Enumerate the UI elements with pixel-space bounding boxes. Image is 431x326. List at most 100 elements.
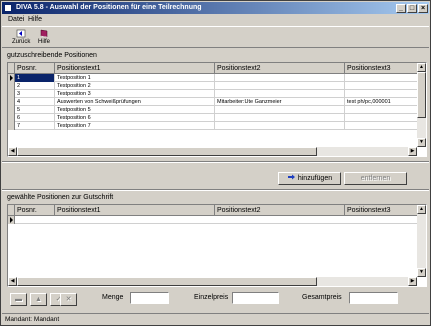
table-cell[interactable]: 5 xyxy=(15,106,55,114)
horizontal-scroll-thumb[interactable] xyxy=(17,277,317,286)
back-tool-label: Zurück xyxy=(12,39,31,45)
table-row[interactable]: 2 Testposition 2 xyxy=(8,82,419,90)
add-button-label: hinzufügen xyxy=(297,175,333,182)
row-header-corner xyxy=(8,205,15,216)
scroll-up-icon[interactable]: ▲ xyxy=(417,63,426,72)
table-row[interactable] xyxy=(8,216,419,224)
column-header-posnr[interactable]: Posnr. xyxy=(15,63,55,74)
table-cell[interactable]: Testposition 1 xyxy=(55,74,215,82)
add-button[interactable]: hinzufügen xyxy=(278,172,341,185)
table-cell[interactable] xyxy=(215,106,345,114)
table-cell[interactable] xyxy=(345,106,419,114)
toolbar: Zurück Hilfe xyxy=(2,26,429,48)
row-selector[interactable] xyxy=(8,98,15,106)
table-cell[interactable]: 1 xyxy=(15,74,55,82)
table-cell[interactable]: Auswerten von Schweißprüfungen xyxy=(55,98,215,106)
row-selector[interactable] xyxy=(8,74,15,82)
menu-bar: Datei Hilfe xyxy=(2,15,429,25)
vertical-scrollbar[interactable]: ▲ ▼ xyxy=(417,63,426,147)
back-tool-button[interactable]: Zurück xyxy=(12,29,30,45)
remove-button[interactable]: entfernen xyxy=(344,172,407,185)
gesamtpreis-field[interactable] xyxy=(349,292,398,304)
einzelpreis-label: Einzelpreis xyxy=(194,294,229,301)
table-cell[interactable] xyxy=(345,114,419,122)
up-arrow-icon: ▲ xyxy=(35,296,42,303)
table-cell[interactable] xyxy=(215,90,345,98)
scroll-up-icon[interactable]: ▲ xyxy=(417,205,426,214)
horizontal-scrollbar[interactable]: ◀ ▶ xyxy=(8,147,417,156)
table-cell[interactable]: Testposition 2 xyxy=(55,82,215,90)
column-header-positionstext2[interactable]: Positionstext2 xyxy=(215,205,345,216)
column-header-positionstext1[interactable]: Positionstext1 xyxy=(55,205,215,216)
separator xyxy=(2,161,429,163)
row-selector[interactable] xyxy=(8,216,15,224)
scroll-left-icon[interactable]: ◀ xyxy=(8,277,17,286)
table-cell[interactable]: 3 xyxy=(15,90,55,98)
table-cell[interactable] xyxy=(215,82,345,90)
menu-datei[interactable]: Datei xyxy=(8,16,24,23)
new-row-button[interactable]: ▬ xyxy=(10,293,27,306)
column-header-positionstext3[interactable]: Positionstext3 xyxy=(345,205,419,216)
title-bar[interactable]: DIVA 5.8 - Auswahl der Positionen für ei… xyxy=(2,2,429,14)
scroll-right-icon[interactable]: ▶ xyxy=(408,277,417,286)
einzelpreis-field[interactable] xyxy=(232,292,279,304)
table-cell[interactable] xyxy=(345,74,419,82)
row-selector[interactable] xyxy=(8,106,15,114)
row-selector[interactable] xyxy=(8,90,15,98)
window-title: DIVA 5.8 - Auswahl der Positionen für ei… xyxy=(16,4,202,11)
row-selector[interactable] xyxy=(8,122,15,130)
table-row[interactable]: 4 Auswerten von Schweißprüfungen Mitarbe… xyxy=(8,98,419,106)
column-header-posnr[interactable]: Posnr. xyxy=(15,205,55,216)
minimize-button[interactable]: _ xyxy=(396,4,406,13)
cross-icon: ✕ xyxy=(65,296,72,303)
table-cell[interactable] xyxy=(345,82,419,90)
table-cell[interactable]: Testposition 5 xyxy=(55,106,215,114)
column-header-positionstext2[interactable]: Positionstext2 xyxy=(215,63,345,74)
table-cell[interactable]: Testposition 7 xyxy=(55,122,215,130)
scroll-down-icon[interactable]: ▼ xyxy=(417,138,426,147)
move-up-button[interactable]: ▲ xyxy=(30,293,47,306)
top-positions-grid[interactable]: Posnr. Positionstext1 Positionstext2 Pos… xyxy=(7,62,427,157)
table-cell[interactable] xyxy=(345,90,419,98)
table-row[interactable]: 6 Testposition 6 xyxy=(8,114,419,122)
table-cell[interactable] xyxy=(345,122,419,130)
table-cell[interactable]: 4 xyxy=(15,98,55,106)
separator xyxy=(2,189,429,191)
table-cell[interactable]: Testposition 3 xyxy=(55,90,215,98)
help-tool-button[interactable]: Hilfe xyxy=(38,29,50,45)
table-cell[interactable]: 7 xyxy=(15,122,55,130)
horizontal-scroll-thumb[interactable] xyxy=(17,147,317,156)
table-row[interactable]: 5 Testposition 5 xyxy=(8,106,419,114)
bottom-positions-grid[interactable]: Posnr. Positionstext1 Positionstext2 Pos… xyxy=(7,204,427,287)
row-selector[interactable] xyxy=(8,114,15,122)
table-cell[interactable] xyxy=(215,74,345,82)
menu-hilfe[interactable]: Hilfe xyxy=(28,16,42,23)
table-cell[interactable]: 6 xyxy=(15,114,55,122)
scroll-down-icon[interactable]: ▼ xyxy=(417,268,426,277)
column-header-positionstext3[interactable]: Positionstext3 xyxy=(345,63,419,74)
top-group-label: gutzuschreibende Positionen xyxy=(7,52,97,59)
table-cell[interactable]: test ph/pc,000001 xyxy=(345,98,419,106)
table-row[interactable]: 3 Testposition 3 xyxy=(8,90,419,98)
table-row[interactable]: 7 Testposition 7 xyxy=(8,122,419,130)
table-cell[interactable] xyxy=(215,114,345,122)
table-cell[interactable]: Mitarbeiter:Ute Ganzmeier xyxy=(215,98,345,106)
table-row[interactable]: 1 Testposition 1 xyxy=(8,74,419,82)
vertical-scroll-thumb[interactable] xyxy=(417,72,426,118)
status-bar: Mandant: Mandant xyxy=(2,313,429,325)
table-cell[interactable]: 2 xyxy=(15,82,55,90)
close-button[interactable]: × xyxy=(418,4,428,13)
menge-field[interactable] xyxy=(130,292,169,304)
vertical-scrollbar[interactable]: ▲ ▼ xyxy=(417,205,426,277)
column-header-positionstext1[interactable]: Positionstext1 xyxy=(55,63,215,74)
scroll-left-icon[interactable]: ◀ xyxy=(8,147,17,156)
cancel-row-button[interactable]: ✕ xyxy=(60,293,77,306)
maximize-button[interactable]: □ xyxy=(407,4,417,13)
table-cell[interactable]: Testposition 6 xyxy=(55,114,215,122)
table-cell[interactable] xyxy=(215,122,345,130)
scroll-right-icon[interactable]: ▶ xyxy=(408,147,417,156)
row-selector[interactable] xyxy=(8,82,15,90)
status-text: Mandant: Mandant xyxy=(5,316,60,323)
horizontal-scrollbar[interactable]: ◀ ▶ xyxy=(8,277,417,286)
help-tool-label: Hilfe xyxy=(38,39,51,45)
